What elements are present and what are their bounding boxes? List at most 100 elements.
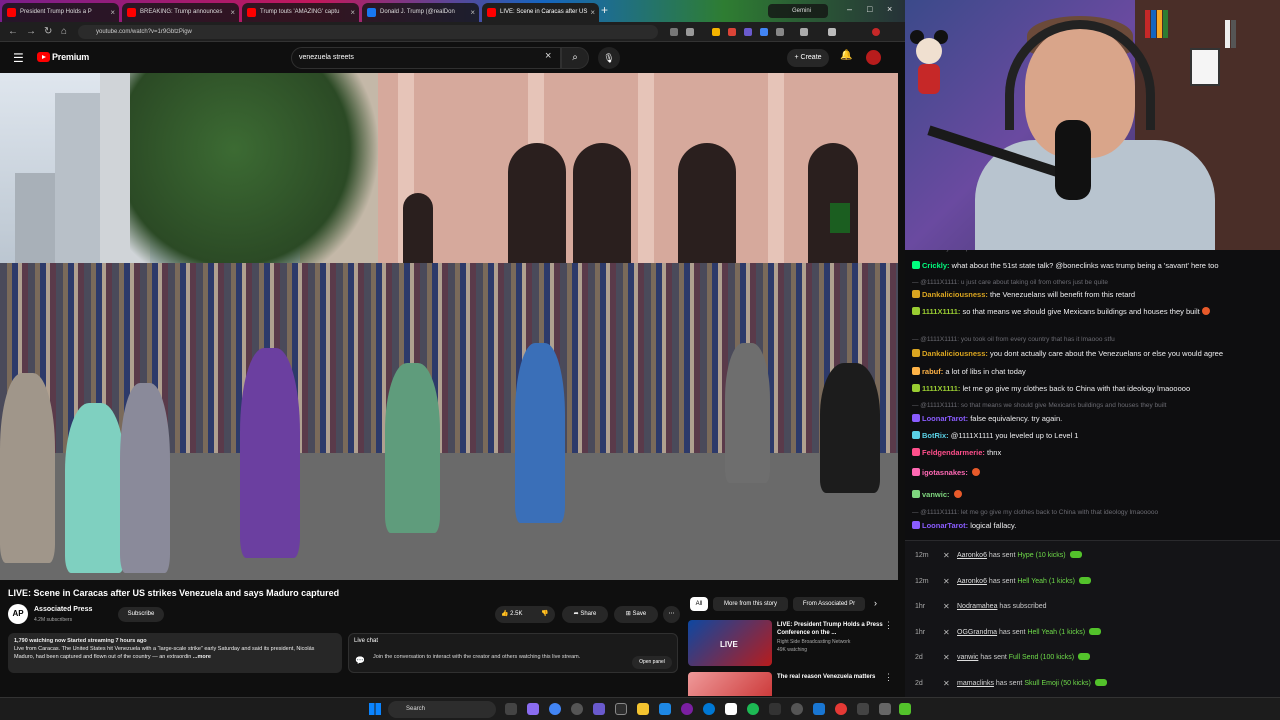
browser-tab[interactable]: President Trump Holds a P × [2, 3, 119, 22]
recommended-video[interactable]: The real reason Venezuela matters ⋮ [688, 672, 898, 696]
home-icon[interactable]: ⌂ [61, 26, 67, 37]
event-user[interactable]: mamaclinks [957, 680, 994, 687]
close-icon[interactable]: × [230, 3, 235, 22]
mic-button[interactable]: 🎙 [598, 47, 620, 69]
event-user[interactable]: Nodramahea [957, 603, 997, 610]
taskbar-search[interactable]: Search [388, 701, 496, 718]
chat-username[interactable]: igotasnakes: [922, 468, 968, 477]
premium-logo-text[interactable]: Premium [52, 52, 89, 62]
chip-more-from-story[interactable]: More from this story [713, 597, 788, 611]
video-thumbnail[interactable]: LIVE [688, 620, 772, 666]
back-icon[interactable]: ← [8, 26, 18, 37]
chat-username[interactable]: Dankaliciousness: [922, 349, 988, 358]
share-button[interactable]: ➦ Share [562, 606, 608, 623]
chat-username[interactable]: LoonarTarot: [922, 414, 968, 423]
event-user[interactable]: Aaronko6 [957, 578, 987, 585]
close-icon[interactable]: × [470, 3, 475, 22]
video-player[interactable] [0, 73, 898, 580]
more-actions-button[interactable]: ⋯ [663, 606, 680, 623]
edge-icon[interactable] [703, 703, 715, 715]
recommended-title[interactable]: LIVE: President Trump Holds a Press Conf… [777, 621, 885, 637]
recommended-title[interactable]: The real reason Venezuela matters [777, 673, 885, 681]
extension-icon[interactable] [728, 28, 736, 36]
app-icon[interactable] [725, 703, 737, 715]
windows-start-icon[interactable] [369, 703, 381, 715]
maximize-icon[interactable]: □ [867, 4, 872, 14]
avatar[interactable] [866, 50, 881, 65]
app-icon[interactable] [681, 703, 693, 715]
close-icon[interactable]: × [590, 3, 595, 22]
chat-username[interactable]: 1111X1111: [922, 307, 960, 316]
more-link[interactable]: ...more [193, 654, 211, 660]
chat-username[interactable]: Feldgendarmerie: [922, 448, 985, 457]
chat-username[interactable]: Crickly: [922, 261, 950, 270]
close-icon[interactable]: × [545, 50, 551, 62]
video-description[interactable]: 1,790 watching now Started streaming 7 h… [8, 633, 342, 673]
app-icon[interactable] [835, 703, 847, 715]
gemini-tab[interactable]: Gemini [768, 4, 828, 18]
extension-icon[interactable] [670, 28, 678, 36]
new-tab-icon[interactable]: + [601, 3, 608, 17]
chat-username[interactable]: BotRix: [922, 431, 949, 440]
app-icon[interactable] [813, 703, 825, 715]
app-icon[interactable] [769, 703, 781, 715]
profile-avatar[interactable] [872, 28, 880, 36]
spotify-icon[interactable] [747, 703, 759, 715]
chrome-icon[interactable] [549, 703, 561, 715]
browser-tab[interactable]: BREAKING: Trump announces × [122, 3, 239, 22]
download-icon[interactable] [828, 28, 836, 36]
event-user[interactable]: vanwic [957, 654, 978, 661]
app-icon[interactable] [659, 703, 671, 715]
channel-name[interactable]: Associated Press [34, 606, 92, 613]
youtube-logo-icon[interactable] [37, 52, 50, 62]
app-icon[interactable] [879, 703, 891, 715]
app-icon[interactable] [527, 703, 539, 715]
chip-from-channel[interactable]: From Associated Pr [793, 597, 865, 611]
kick-icon[interactable] [899, 703, 911, 715]
close-icon[interactable]: × [110, 3, 115, 22]
task-view-icon[interactable] [505, 703, 517, 715]
like-button[interactable]: 👍 2.5K 👎 [495, 606, 555, 623]
minimize-icon[interactable]: – [847, 4, 852, 14]
puzzle-icon[interactable] [800, 28, 808, 36]
create-button[interactable]: + Create [787, 49, 829, 67]
chat-username[interactable]: Dankaliciousness: [922, 290, 988, 299]
reload-icon[interactable]: ↻ [44, 26, 52, 37]
app-icon[interactable] [571, 703, 583, 715]
browser-tab-active[interactable]: LIVE: Scene in Caracas after US × [482, 3, 599, 22]
search-button[interactable]: ⌕ [561, 47, 589, 69]
chip-all[interactable]: All [690, 597, 708, 611]
subscribe-button[interactable]: Subscribe [118, 607, 164, 622]
extension-icon[interactable] [760, 28, 768, 36]
chat-username[interactable]: LoonarTarot: [922, 521, 968, 530]
event-user[interactable]: Aaronko6 [957, 552, 987, 559]
folder-icon[interactable] [637, 703, 649, 715]
bell-icon[interactable]: 🔔 [840, 50, 852, 61]
browser-tab[interactable]: Trump touts 'AMAZING' captu × [242, 3, 359, 22]
hamburger-icon[interactable]: ☰ [13, 51, 24, 65]
event-username[interactable]: OGGrandma [957, 629, 997, 636]
search-input[interactable]: venezuela streets [291, 47, 561, 69]
browser-tab[interactable]: Donald J. Trump (@realDon × [362, 3, 479, 22]
open-panel-button[interactable]: Open panel [632, 656, 672, 669]
more-vertical-icon[interactable]: ⋮ [884, 620, 893, 631]
forward-icon[interactable]: → [26, 26, 36, 37]
extension-icon[interactable] [744, 28, 752, 36]
save-button[interactable]: ⊞ Save [614, 606, 658, 623]
thumbs-down-icon[interactable]: 👎 [541, 606, 548, 623]
terminal-icon[interactable] [615, 703, 627, 715]
event-username[interactable]: Nodramahea [957, 603, 997, 610]
event-user[interactable]: OGGrandma [957, 629, 997, 636]
extension-icon[interactable] [776, 28, 784, 36]
recommended-video[interactable]: LIVE LIVE: President Trump Holds a Press… [688, 620, 898, 670]
extension-icon[interactable] [712, 28, 720, 36]
chevron-right-icon[interactable]: › [874, 598, 877, 608]
chat-username[interactable]: 1111X1111: [922, 384, 960, 393]
app-icon[interactable] [791, 703, 803, 715]
event-username[interactable]: Aaronko6 [957, 578, 987, 585]
event-username[interactable]: vanwic [957, 654, 978, 661]
star-icon[interactable] [686, 28, 694, 36]
recommended-channel[interactable]: Right Side Broadcasting Network [777, 639, 850, 645]
more-vertical-icon[interactable]: ⋮ [884, 672, 893, 683]
window-close-icon[interactable]: × [887, 4, 892, 14]
